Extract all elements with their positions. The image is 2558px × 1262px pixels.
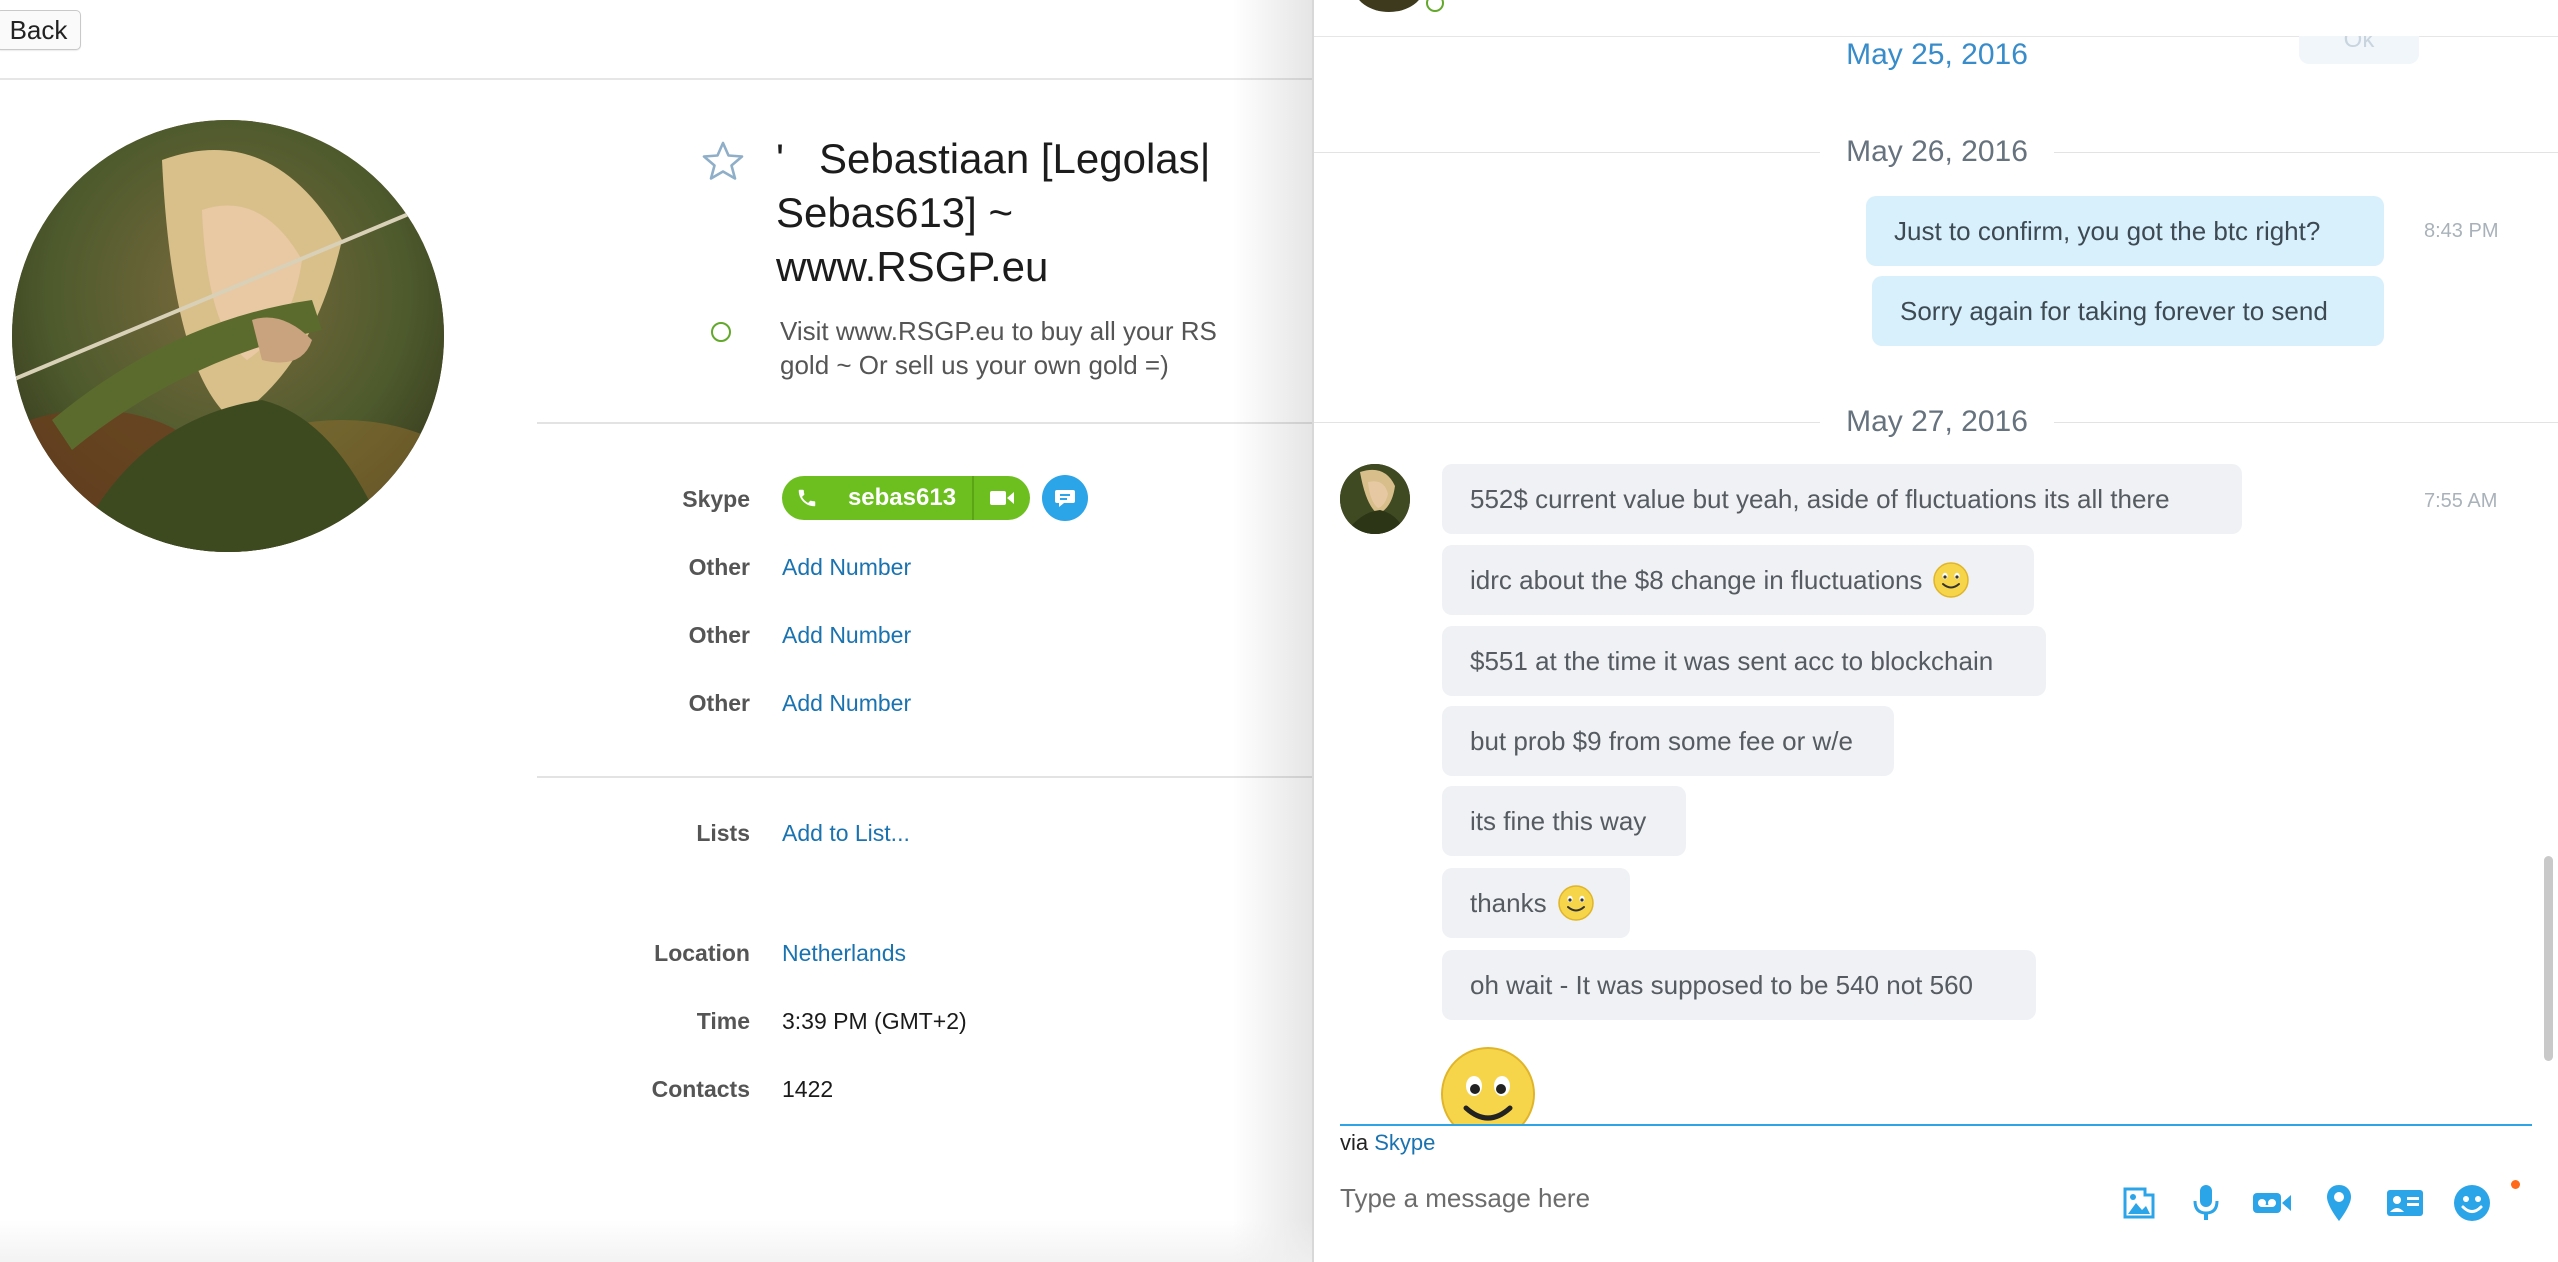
contacts-label: Contacts	[651, 1076, 750, 1102]
date-separator: May 25, 2016	[1846, 38, 2028, 71]
lists-label: Lists	[696, 820, 750, 846]
incoming-message[interactable]: 552$ current value but yeah, aside of fl…	[1442, 464, 2242, 534]
divider	[537, 422, 1312, 424]
message-text: idrc about the $8 change in fluctuations	[1470, 564, 1923, 595]
compose-divider	[1340, 1124, 2532, 1126]
via-skype-link[interactable]: Skype	[1374, 1130, 1435, 1155]
profile-name: ' Sebastiaan [Legolas| Sebas613] ~ www.R…	[776, 135, 1211, 290]
add-number-link[interactable]: Add Number	[782, 690, 911, 717]
chat-header	[1314, 0, 2558, 37]
date-label: May 27, 2016	[1846, 405, 2028, 438]
image-icon[interactable]	[2118, 1182, 2160, 1224]
profile-pane: Back ' Sebastiaan [Legolas| Sebas613] ~ …	[0, 0, 1312, 1262]
scrollbar[interactable]	[2544, 856, 2553, 1061]
date-label: May 26, 2016	[1846, 135, 2028, 168]
date-separator: May 26, 2016	[1314, 132, 2558, 172]
outgoing-message[interactable]: Sorry again for taking forever to send	[1872, 276, 2384, 346]
location-link[interactable]: Netherlands	[782, 940, 906, 967]
skype-handle: sebas613	[847, 484, 957, 511]
chat-icon[interactable]	[1042, 475, 1088, 521]
star-icon[interactable]	[702, 140, 744, 182]
notification-dot	[2511, 1180, 2520, 1189]
smile-emoji	[1557, 885, 1594, 921]
incoming-message[interactable]: oh wait - It was supposed to be 540 not …	[1442, 950, 2036, 1020]
incoming-message[interactable]: its fine this way	[1442, 786, 1686, 856]
profile-avatar	[12, 120, 444, 552]
contact-card-icon[interactable]	[2384, 1182, 2426, 1224]
phone-label: Other	[688, 690, 750, 716]
via-label: via Skype	[1340, 1130, 1435, 1156]
contacts-value: 1422	[782, 1076, 834, 1102]
divider	[537, 776, 1312, 778]
back-button[interactable]: Back	[0, 10, 81, 50]
incoming-message[interactable]: $551 at the time it was sent acc to bloc…	[1442, 626, 2046, 696]
message-input[interactable]	[1340, 1178, 2040, 1218]
avatar[interactable]	[1340, 464, 1410, 534]
date-separator: May 27, 2016	[1314, 402, 2558, 442]
time-value: 3:39 PM (GMT+2)	[782, 1008, 967, 1034]
add-to-list-link[interactable]: Add to List...	[782, 820, 910, 847]
chat-pane: Ok May 25, 2016 May 26, 2016 Just to con…	[1312, 0, 2558, 1262]
mood-message: Visit www.RSGP.eu to buy all your RS gol…	[780, 316, 1217, 380]
video-icon[interactable]	[974, 489, 1030, 507]
phone-label: Other	[688, 622, 750, 648]
skype-call-button[interactable]: sebas613	[782, 476, 1030, 520]
incoming-message[interactable]: but prob $9 from some fee or w/e	[1442, 706, 1894, 776]
via-prefix: via	[1340, 1130, 1369, 1155]
status-icon	[711, 322, 731, 342]
message-list[interactable]: Ok May 25, 2016 May 26, 2016 Just to con…	[1314, 36, 2558, 1126]
smile-emoji	[1933, 562, 1970, 598]
mic-icon[interactable]	[2185, 1182, 2227, 1224]
skype-label: Skype	[682, 486, 750, 512]
message-text: thanks	[1470, 887, 1547, 918]
phone-label: Other	[688, 554, 750, 580]
panel-shadow	[1232, 0, 1312, 1262]
incoming-message[interactable]: idrc about the $8 change in fluctuations	[1442, 545, 2034, 615]
add-number-link[interactable]: Add Number	[782, 622, 911, 649]
bottom-fade	[0, 1220, 1312, 1262]
video-message-icon[interactable]	[2251, 1182, 2293, 1224]
smile-emoji	[1441, 1047, 1535, 1126]
location-label: Location	[654, 940, 750, 966]
avatar[interactable]	[1354, 0, 1424, 12]
incoming-message[interactable]: thanks	[1442, 868, 1630, 938]
phone-icon	[782, 487, 832, 509]
location-icon[interactable]	[2318, 1182, 2360, 1224]
message-time: 7:55 AM	[2424, 490, 2498, 512]
add-number-link[interactable]: Add Number	[782, 554, 911, 581]
divider	[0, 78, 1312, 80]
emoji-icon[interactable]	[2451, 1182, 2493, 1224]
time-label: Time	[696, 1008, 750, 1034]
outgoing-message[interactable]: Just to confirm, you got the btc right?	[1866, 196, 2384, 266]
message-time: 8:43 PM	[2424, 220, 2499, 242]
status-icon	[1426, 0, 1444, 12]
